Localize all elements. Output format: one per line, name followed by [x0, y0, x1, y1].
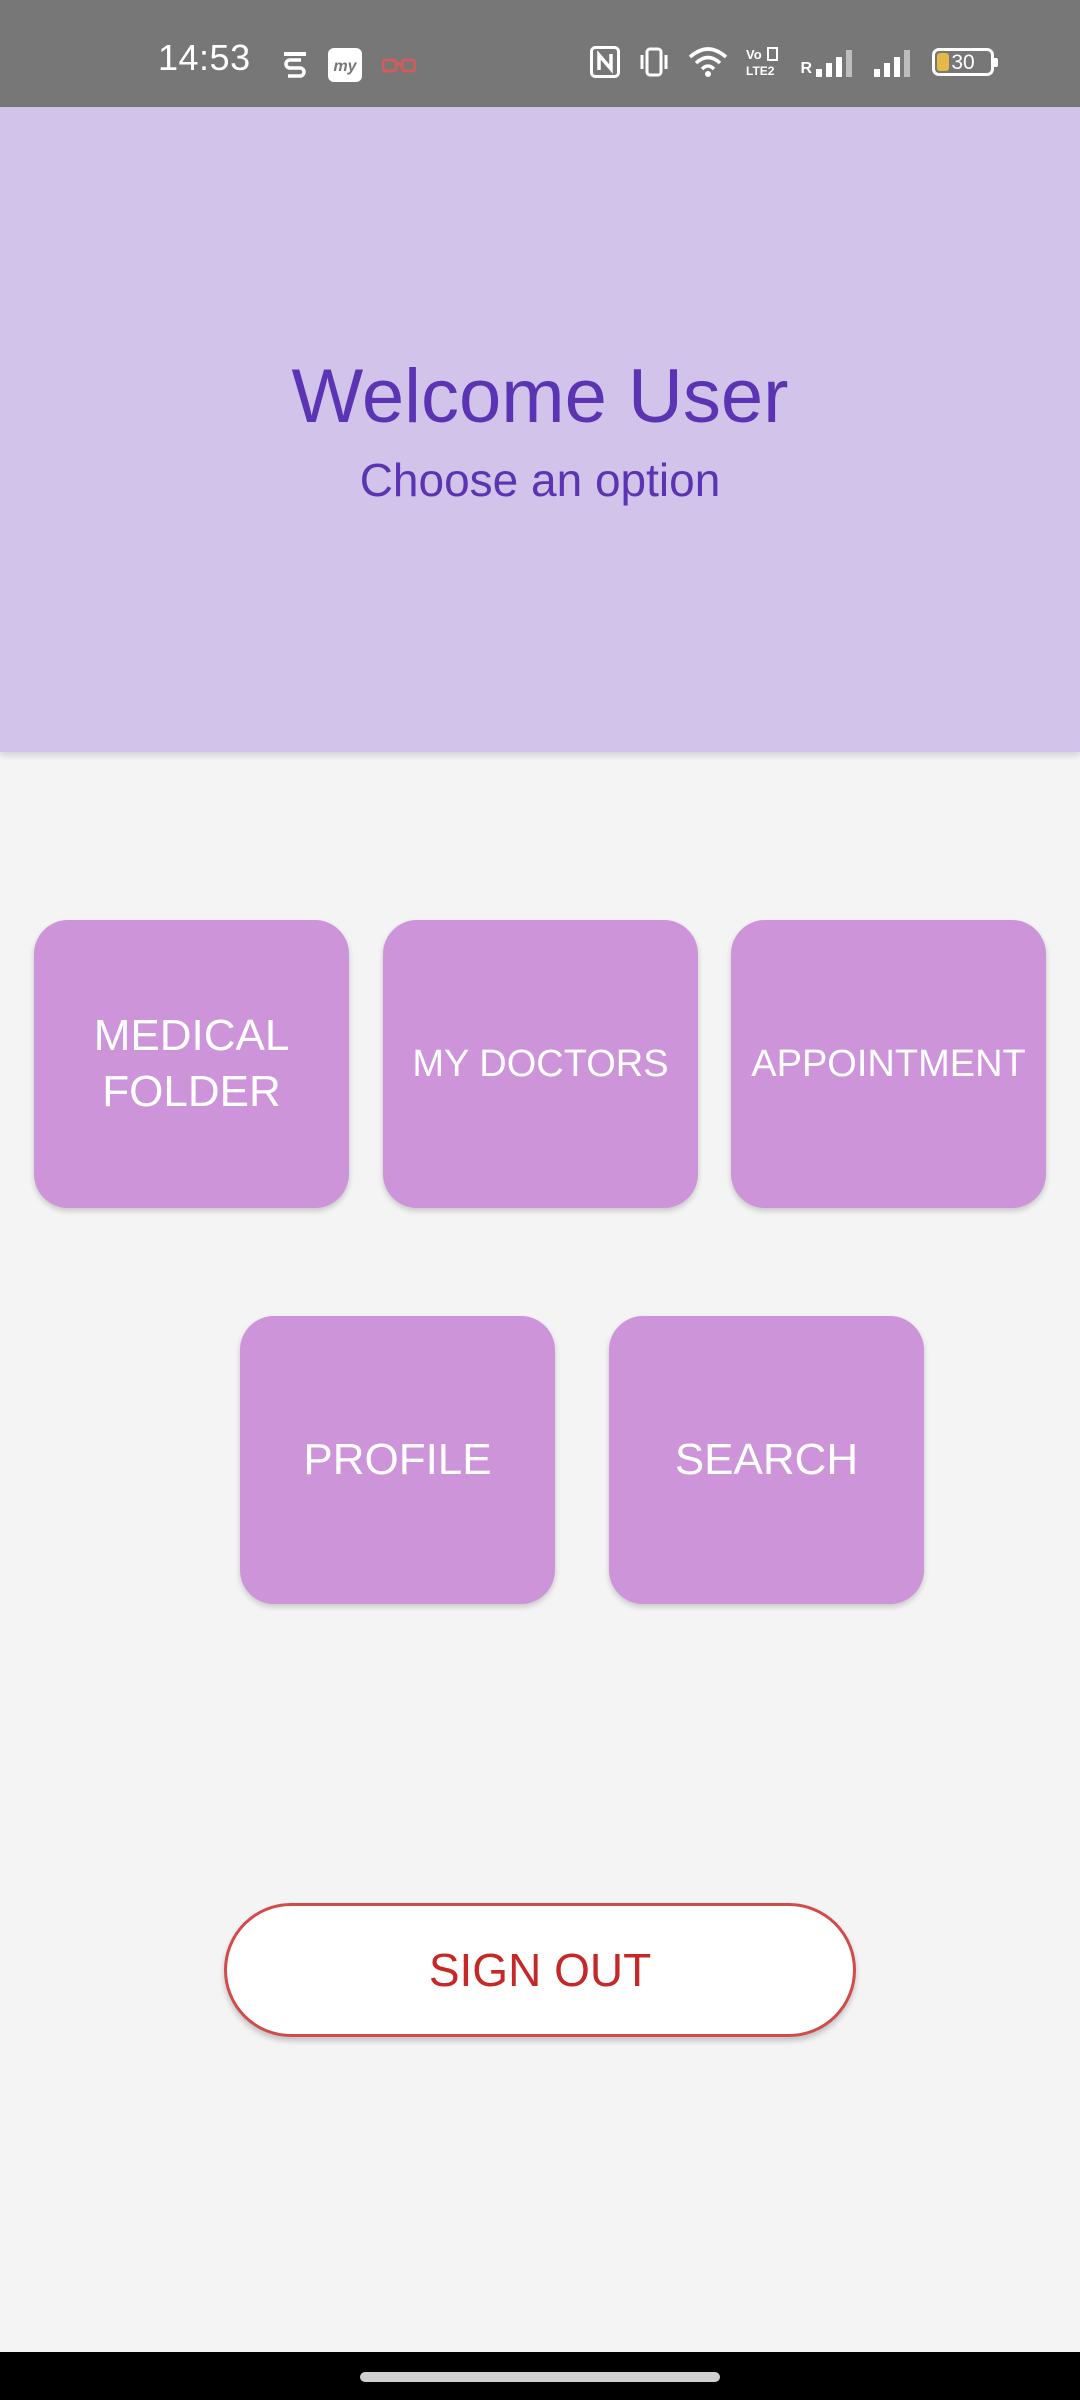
- vibrate-icon: [638, 47, 670, 77]
- my-doctors-button[interactable]: MY DOCTORS: [383, 920, 698, 1208]
- my-app-icon: my: [328, 48, 362, 82]
- search-button[interactable]: SEARCH: [609, 1316, 924, 1604]
- sign-out-button[interactable]: SIGN OUT: [224, 1903, 856, 2037]
- appointment-button[interactable]: APPOINTMENT: [731, 920, 1046, 1208]
- battery-fill: [937, 53, 949, 71]
- profile-button[interactable]: PROFILE: [240, 1316, 555, 1604]
- page-title: Welcome User: [291, 354, 789, 439]
- glasses-icon: [382, 55, 416, 75]
- page-subtitle: Choose an option: [359, 454, 721, 506]
- navigation-bar: [0, 2352, 1080, 2400]
- signal-icon: [874, 47, 914, 77]
- medical-folder-button[interactable]: MEDICAL FOLDER: [34, 920, 349, 1208]
- nfc-icon: [590, 46, 621, 78]
- s-app-icon: [282, 50, 308, 80]
- system-icons: Vo LTE2 R 30: [590, 46, 998, 78]
- volte-icon: Vo LTE2: [746, 46, 782, 78]
- svg-text:LTE2: LTE2: [746, 64, 775, 78]
- notification-icons: my: [282, 48, 416, 82]
- welcome-header: Welcome User Choose an option: [0, 107, 1080, 752]
- wifi-icon: [688, 47, 728, 77]
- battery-icon: 30: [932, 48, 998, 76]
- status-time: 14:53: [158, 37, 251, 78]
- svg-text:my: my: [333, 58, 357, 75]
- svg-text:Vo: Vo: [746, 47, 762, 62]
- home-gesture-handle[interactable]: [360, 2372, 720, 2382]
- signal-roaming-icon: R: [800, 47, 856, 77]
- status-bar: 14:53 my Vo LTE2 R 30: [0, 0, 1080, 107]
- battery-level: 30: [951, 50, 975, 74]
